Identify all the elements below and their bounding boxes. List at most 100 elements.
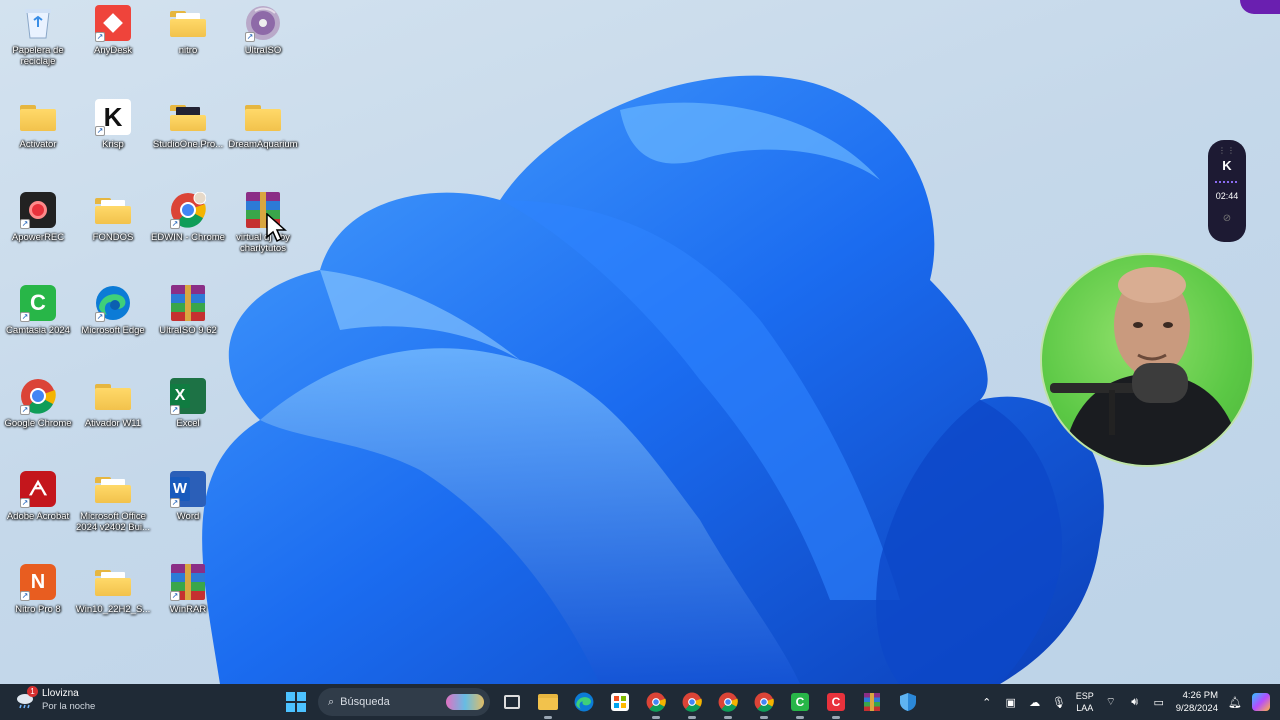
desktop-icon-ultraiso-962[interactable]: UltraISO 9.62	[150, 284, 226, 336]
desktop-icon-camtasia[interactable]: C ↗ Camtasia 2024	[0, 284, 76, 336]
notification-bell-icon[interactable]: 🔔︎	[1228, 695, 1242, 709]
audio-level-indicator	[1215, 181, 1239, 183]
weather-subtitle: Por la noche	[42, 701, 96, 712]
snipping-tool-icon[interactable]: ▣	[1004, 695, 1018, 709]
microphone-icon[interactable]: 🎙︎	[1052, 695, 1066, 709]
copilot-icon[interactable]	[1252, 693, 1270, 711]
clock-time: 4:26 PM	[1182, 690, 1218, 701]
chrome-icon	[646, 692, 666, 712]
task-view-button[interactable]	[498, 688, 526, 716]
desktop-icon-ativador-w11[interactable]: Ativador W11	[75, 377, 151, 429]
edge-icon: ↗	[94, 284, 132, 322]
winrar-icon	[169, 284, 207, 322]
windows-start-icon	[286, 692, 306, 712]
search-icon: ⌕	[328, 695, 335, 708]
camtasia-recorder-icon: C	[827, 693, 845, 711]
weather-alert-badge: 1	[27, 686, 38, 697]
desktop-icon-microsoft-edge[interactable]: ↗ Microsoft Edge	[75, 284, 151, 336]
webcam-person-image	[1050, 267, 1242, 465]
recycle-bin-icon	[19, 4, 57, 42]
folder-icon	[169, 98, 207, 136]
desktop-icon-nitro-pro[interactable]: N ↗ Nitro Pro 8	[0, 563, 76, 615]
language-indicator[interactable]: ESP LAA	[1076, 690, 1094, 714]
taskbar-chrome-4[interactable]	[750, 688, 778, 719]
mic-muted-icon[interactable]: ⊘	[1219, 211, 1235, 227]
acrobat-icon: ᗅ ↗	[19, 470, 57, 508]
weather-condition: Llovizna	[42, 688, 79, 699]
system-tray: ⌃ ▣ ☁ 🎙︎ ESP LAA ⌔ 🔊︎ ▭ 4:26 PM 9/28/202…	[980, 684, 1280, 720]
drag-handle-icon[interactable]: ⋮⋮	[1218, 147, 1236, 155]
anydesk-icon: ↗	[94, 4, 132, 42]
wifi-icon[interactable]: ⌔	[1104, 695, 1118, 709]
excel-icon: X ↗	[169, 377, 207, 415]
taskbar-winrar[interactable]	[858, 688, 886, 716]
desktop-icon-win10[interactable]: Win10_22H2_S...	[75, 563, 151, 615]
krisp-icon: K ↗	[94, 98, 132, 136]
word-icon: W ↗	[169, 470, 207, 508]
chevron-up-icon[interactable]: ⌃	[980, 695, 994, 709]
winrar-icon: ↗	[169, 563, 207, 601]
folder-icon	[94, 563, 132, 601]
taskbar-camtasia-recorder[interactable]: C	[822, 688, 850, 719]
webcam-overlay	[1040, 253, 1254, 467]
recorder-logo: K	[1222, 158, 1232, 173]
taskbar: 1 Llovizna Por la noche ⌕ Búsqueda C C ⌃…	[0, 684, 1280, 720]
folder-icon	[19, 98, 57, 136]
desktop-icon-virtual-dj[interactable]: virtual dj - by charlytutos	[225, 191, 301, 254]
desktop-icon-edwin-chrome[interactable]: ↗ EDWIN - Chrome	[150, 191, 226, 243]
desktop-icon-winrar[interactable]: ↗ WinRAR	[150, 563, 226, 615]
task-view-icon	[504, 695, 520, 709]
onedrive-cloud-icon[interactable]: ☁	[1028, 695, 1042, 709]
desktop-icon-apowerrec[interactable]: ↗ ApowerREC	[0, 191, 76, 243]
desktop-icon-adobe-acrobat[interactable]: ᗅ ↗ Adobe Acrobat	[0, 470, 76, 522]
folder-icon	[244, 98, 282, 136]
search-placeholder: Búsqueda	[340, 696, 390, 708]
desktop-icon-word[interactable]: W ↗ Word	[150, 470, 226, 522]
folder-icon	[169, 4, 207, 42]
folder-icon	[94, 191, 132, 229]
store-icon	[611, 693, 629, 711]
battery-icon[interactable]: ▭	[1152, 695, 1166, 709]
taskbar-chrome-2[interactable]	[678, 688, 706, 719]
desktop-icon-nitro-folder[interactable]: nitro	[150, 4, 226, 56]
desktop-icon-dreamaquarium[interactable]: DreamAquarium	[225, 98, 301, 150]
desktop-icon-recycle-bin[interactable]: Papelera de reciclaje	[0, 4, 76, 67]
taskbar-camtasia[interactable]: C	[786, 688, 814, 719]
taskbar-chrome-3[interactable]	[714, 688, 742, 719]
start-button[interactable]	[282, 688, 310, 716]
disc-icon: ↗	[244, 4, 282, 42]
chrome-icon	[754, 692, 774, 712]
recorder-widget[interactable]: ⋮⋮ K 02:44 ⊘	[1208, 140, 1246, 242]
winrar-icon	[864, 693, 880, 711]
desktop-icon-ultraiso[interactable]: ↗ UltraISO	[225, 4, 301, 56]
taskbar-defender[interactable]	[894, 688, 922, 716]
clock[interactable]: 4:26 PM 9/28/2024	[1176, 689, 1218, 715]
volume-icon[interactable]: 🔊︎	[1128, 695, 1142, 709]
taskbar-search[interactable]: ⌕ Búsqueda	[318, 688, 490, 716]
folder-icon	[94, 377, 132, 415]
shield-icon	[900, 693, 916, 711]
desktop-icon-fondos[interactable]: FONDOS	[75, 191, 151, 243]
desktop-icon-excel[interactable]: X ↗ Excel	[150, 377, 226, 429]
mouse-cursor-icon	[266, 213, 287, 243]
weather-widget[interactable]: 1 Llovizna Por la noche	[14, 686, 96, 712]
search-highlight-art	[446, 694, 484, 710]
chrome-icon: ↗	[19, 377, 57, 415]
desktop-icon-activator[interactable]: Activator	[0, 98, 76, 150]
desktop-icon-microsoft-office[interactable]: Microsoft Office 2024 v2402 Bui...	[75, 470, 151, 533]
desktop-icon-krisp[interactable]: K ↗ Krisp	[75, 98, 151, 150]
taskbar-chrome-1[interactable]	[642, 688, 670, 719]
rain-cloud-icon: 1	[14, 686, 38, 711]
desktop-icon-studioone[interactable]: StudioOne.Pro...	[150, 98, 226, 150]
chrome-icon	[718, 692, 738, 712]
chrome-icon: ↗	[169, 191, 207, 229]
desktop-icon-google-chrome[interactable]: ↗ Google Chrome	[0, 377, 76, 429]
taskbar-store[interactable]	[606, 688, 634, 716]
edge-icon	[574, 692, 594, 712]
taskbar-edge[interactable]	[570, 688, 598, 716]
taskbar-file-explorer[interactable]	[534, 688, 562, 719]
taskbar-center: ⌕ Búsqueda C C	[282, 684, 922, 720]
camtasia-icon: C	[791, 693, 809, 711]
recording-timer: 02:44	[1215, 191, 1239, 201]
desktop-icon-anydesk[interactable]: ↗ AnyDesk	[75, 4, 151, 56]
